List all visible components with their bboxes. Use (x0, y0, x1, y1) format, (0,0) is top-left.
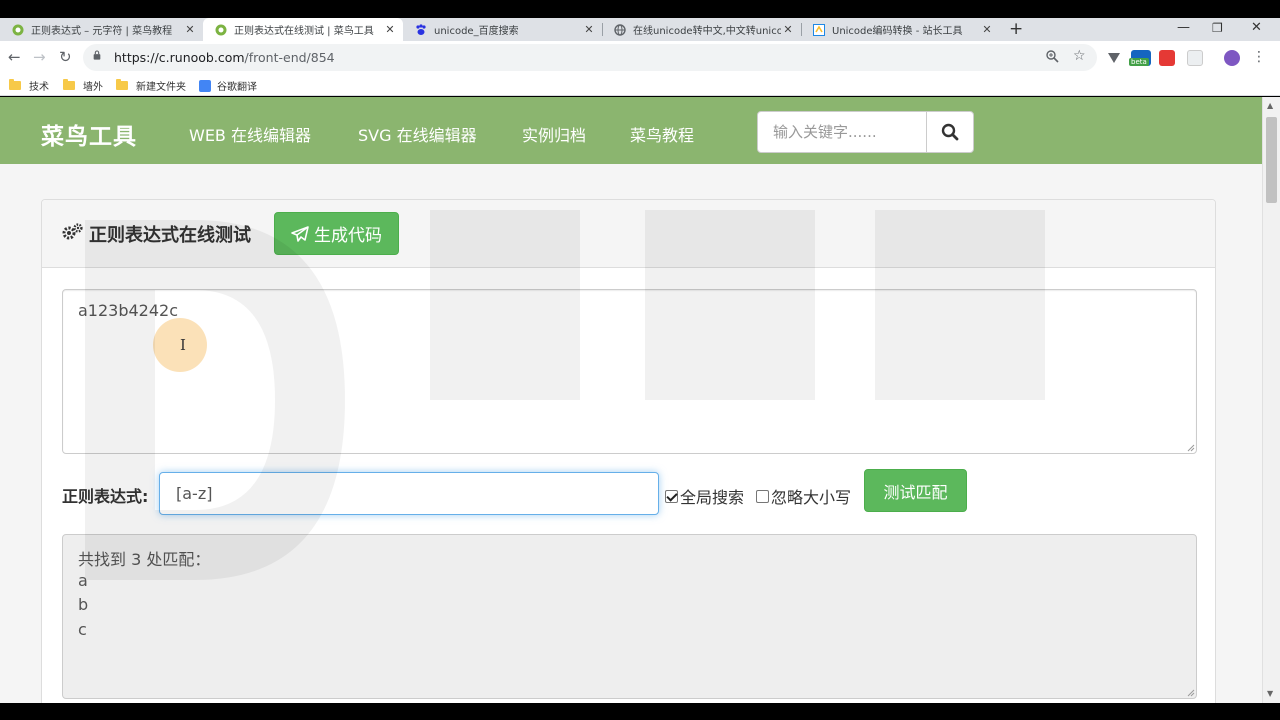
site-logo[interactable]: 菜鸟工具 (41, 117, 137, 151)
search-button[interactable] (926, 112, 973, 152)
site-search (757, 111, 974, 153)
match-item: b (78, 595, 89, 614)
scrollbar-thumb[interactable] (1266, 117, 1277, 203)
page-scrollbar[interactable]: ▲ ▼ (1262, 97, 1280, 703)
global-search-label: 全局搜索 (680, 488, 745, 507)
regex-input[interactable]: [a-z] (159, 472, 659, 515)
forward-icon[interactable]: → (33, 47, 46, 67)
generate-code-button[interactable]: 生成代码 (274, 212, 399, 255)
folder-icon (9, 79, 21, 90)
tab-unicode-converter[interactable]: 在线unicode转中文,中文转unicode ✕ (602, 18, 801, 41)
regex-label: 正则表达式: (62, 487, 149, 506)
bookmark-google-translate[interactable]: 谷歌翻译 (199, 78, 257, 93)
google-translate-icon (199, 79, 211, 92)
scroll-down-icon[interactable]: ▼ (1267, 689, 1273, 698)
checkbox-checked[interactable] (665, 489, 678, 503)
generate-code-label: 生成代码 (314, 226, 382, 246)
back-icon[interactable]: ← (8, 47, 21, 67)
match-result: 共找到 3 处匹配： a b c (62, 534, 1197, 699)
result-header: 共找到 3 处匹配： (78, 550, 211, 569)
ignore-case-label: 忽略大小写 (771, 488, 852, 507)
profile-avatar[interactable] (1224, 50, 1240, 66)
ignore-case-checkbox[interactable]: 忽略大小写 (756, 484, 851, 508)
nav-examples[interactable]: 实例归档 (522, 122, 586, 146)
search-icon (941, 123, 959, 141)
source-text-area[interactable]: a123b4242c (62, 289, 1197, 454)
tab-title: unicode_百度搜索 (434, 26, 519, 37)
maximize-icon[interactable]: ❐ (1212, 18, 1223, 38)
tab-baidu-unicode[interactable]: unicode_百度搜索 ✕ (403, 18, 602, 41)
scroll-up-icon[interactable]: ▲ (1267, 101, 1273, 110)
global-search-checkbox[interactable]: 全局搜索 (665, 484, 744, 508)
bookmark-label: 技术 (29, 82, 49, 93)
zoom-icon[interactable] (1046, 50, 1059, 66)
baidu-paw-icon (415, 23, 427, 36)
close-window-icon[interactable]: ✕ (1251, 18, 1262, 38)
translate-extension-icon[interactable]: beta (1129, 50, 1151, 66)
chinaz-icon (813, 23, 825, 36)
address-bar[interactable]: https://c.runoob.com/front-end/854 ☆ (83, 44, 1097, 71)
reload-icon[interactable]: ↻ (59, 47, 72, 67)
tab-regex-tester[interactable]: 正则表达式在线测试 | 菜鸟工具 ✕ (203, 18, 403, 41)
panel-title: 正则表达式在线测试 (89, 225, 251, 246)
bookmark-new-folder[interactable]: 新建文件夹 (116, 78, 186, 93)
tab-chinaz-unicode[interactable]: Unicode编码转换 - 站长工具 ✕ (801, 18, 1000, 41)
close-tab-icon[interactable]: ✕ (183, 23, 197, 36)
toolbar: ← → ↻ https://c.runoob.com/front-end/854… (0, 41, 1280, 74)
blank-extension-icon[interactable] (1187, 50, 1203, 66)
resize-handle-icon[interactable] (1187, 444, 1195, 452)
regex-value: [a-z] (176, 484, 213, 503)
close-tab-icon[interactable]: ✕ (781, 23, 795, 36)
source-text: a123b4242c (78, 301, 179, 320)
screen-bottom-edge (0, 703, 1280, 720)
runoob-favicon-icon (12, 24, 24, 36)
globe-icon (614, 23, 626, 36)
folder-icon (116, 79, 128, 90)
bookmark-outside[interactable]: 墙外 (63, 78, 103, 93)
close-tab-icon[interactable]: ✕ (582, 23, 596, 36)
match-item: a (78, 571, 88, 590)
test-match-button[interactable]: 测试匹配 (864, 469, 967, 512)
tab-regex-metachar[interactable]: 正则表达式 – 元字符 | 菜鸟教程 ✕ (0, 18, 203, 41)
nav-web-editor[interactable]: WEB 在线编辑器 (189, 122, 311, 146)
tab-strip: 正则表达式 – 元字符 | 菜鸟教程 ✕ 正则表达式在线测试 | 菜鸟工具 ✕ … (0, 18, 1280, 41)
url-host: https://c.runoob.com (114, 50, 245, 65)
close-tab-icon[interactable]: ✕ (980, 23, 994, 36)
regex-panel: 正则表达式在线测试 生成代码 a123b4242c I 正则表达式: [a-z]… (41, 199, 1216, 703)
lock-icon (93, 50, 101, 60)
folder-icon (63, 79, 75, 90)
tab-title: Unicode编码转换 - 站长工具 (832, 26, 963, 37)
checkbox-unchecked[interactable] (756, 489, 769, 503)
vee-extension-icon[interactable] (1106, 50, 1122, 66)
runoob-favicon-icon (215, 24, 227, 36)
bookmark-tech[interactable]: 技术 (9, 78, 49, 93)
bookmark-label: 谷歌翻译 (217, 82, 257, 93)
tab-title: 正则表达式在线测试 | 菜鸟工具 (234, 26, 374, 37)
minimize-icon[interactable]: — (1177, 18, 1190, 38)
paper-plane-icon (291, 225, 309, 242)
gears-icon (62, 223, 84, 245)
nav-svg-editor[interactable]: SVG 在线编辑器 (358, 122, 477, 146)
text-cursor-icon: I (180, 336, 186, 354)
new-tab-button[interactable]: + (1009, 20, 1023, 38)
menu-kebab-icon[interactable]: ⋮ (1252, 47, 1266, 67)
tab-title: 在线unicode转中文,中文转unicode (633, 26, 781, 37)
match-item: c (78, 620, 87, 639)
beta-badge: beta (1129, 58, 1149, 66)
bookmarks-bar: 技术 墙外 新建文件夹 谷歌翻译 (0, 74, 1280, 96)
red-extension-icon[interactable] (1159, 50, 1175, 66)
bookmark-star-icon[interactable]: ☆ (1073, 48, 1086, 64)
site-navbar: 菜鸟工具 WEB 在线编辑器 SVG 在线编辑器 实例归档 菜鸟教程 (0, 97, 1262, 164)
nav-tutorial[interactable]: 菜鸟教程 (630, 122, 694, 146)
search-input[interactable] (758, 112, 926, 152)
url-text: https://c.runoob.com/front-end/854 (114, 50, 335, 65)
resize-handle-icon[interactable] (1187, 689, 1195, 697)
page-viewport: 菜鸟工具 WEB 在线编辑器 SVG 在线编辑器 实例归档 菜鸟教程 正则表达式… (0, 97, 1262, 703)
close-tab-icon[interactable]: ✕ (383, 23, 397, 36)
panel-heading: 正则表达式在线测试 生成代码 (42, 200, 1215, 268)
tab-title: 正则表达式 – 元字符 | 菜鸟教程 (31, 26, 173, 37)
bookmark-label: 墙外 (83, 82, 103, 93)
url-path: /front-end/854 (244, 50, 335, 65)
bookmark-label: 新建文件夹 (136, 82, 186, 93)
